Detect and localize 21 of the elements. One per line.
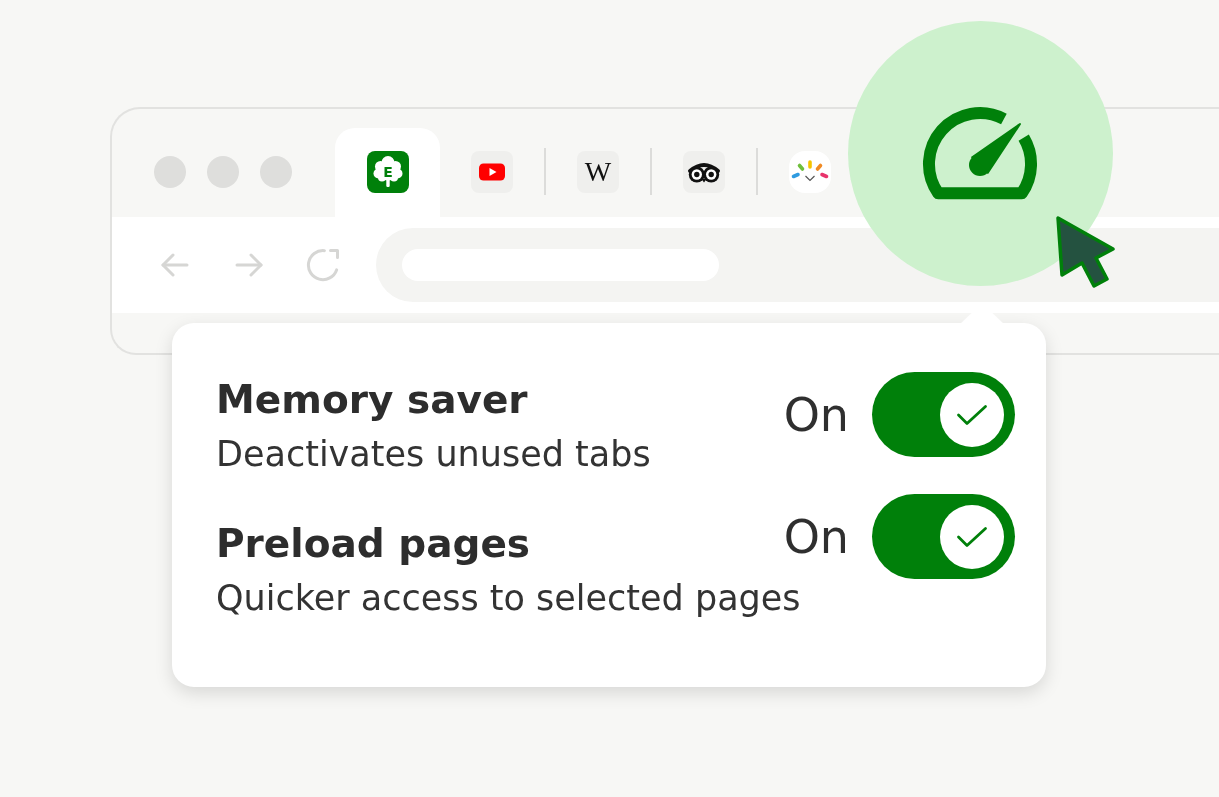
status-label: On [783, 509, 849, 564]
owl-icon [683, 151, 725, 193]
letter-icon: W [577, 151, 619, 193]
reload-icon [305, 247, 341, 283]
status-label: On [783, 387, 849, 442]
check-icon [956, 525, 988, 548]
setting-title: Memory saver [216, 377, 528, 422]
play-icon [471, 151, 513, 193]
browser-tab[interactable]: W [561, 128, 635, 217]
window-control-icon[interactable] [260, 156, 292, 188]
check-icon [956, 403, 988, 426]
window-control-icon[interactable] [154, 156, 186, 188]
speedometer-icon[interactable] [848, 21, 1113, 286]
browser-tab[interactable]: E [335, 128, 440, 217]
setting-description: Quicker access to selected pages [216, 578, 801, 618]
setting-description: Deactivates unused tabs [216, 434, 651, 474]
reload-button[interactable] [305, 247, 341, 283]
rays-icon [789, 151, 831, 193]
window-control-icon[interactable] [207, 156, 239, 188]
setting-title: Preload pages [216, 521, 531, 566]
tree-icon: E [366, 151, 409, 193]
